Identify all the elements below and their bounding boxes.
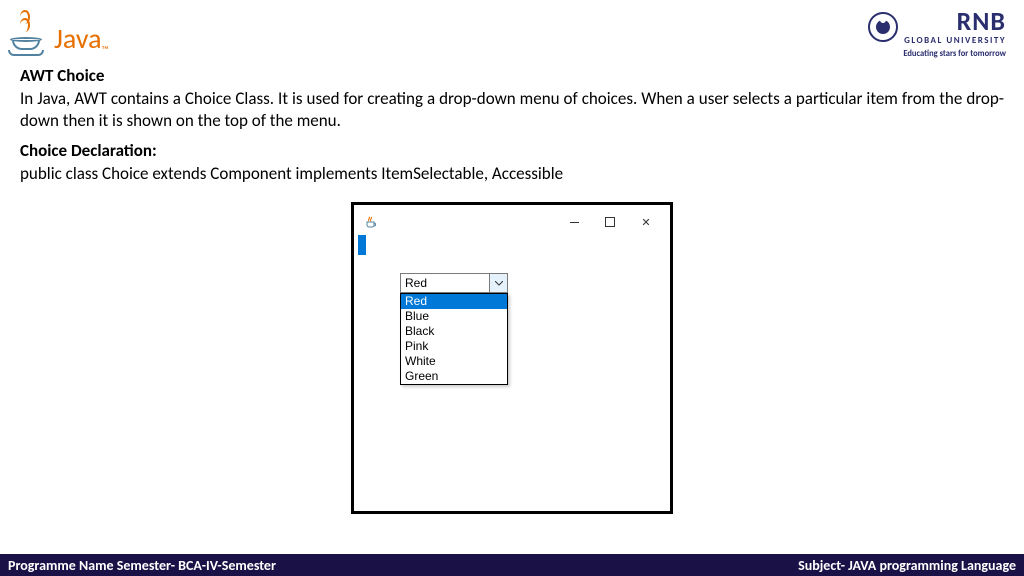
choice-component: Red RedBlueBlackPinkWhiteGreen [400,273,508,385]
section-title: AWT Choice [20,65,1004,86]
footer-subject: Subject- JAVA programming Language [798,557,1016,574]
awt-window: Red RedBlueBlackPinkWhiteGreen [358,209,666,507]
java-brand-text: Java [54,21,102,56]
section-description: In Java, AWT contains a Choice Class. It… [20,88,1004,132]
selection-highlight [358,235,366,255]
choice-selected-value: Red [401,276,489,290]
java-logo: Java™ [8,8,109,56]
rnb-logo: RNB GLOBAL UNIVERSITY Educating stars fo… [868,8,1006,59]
example-screenshot: Red RedBlueBlackPinkWhiteGreen [351,202,673,514]
rnb-globe-icon [868,12,898,42]
slide-content: AWT Choice In Java, AWT contains a Choic… [0,59,1024,514]
choice-option[interactable]: Blue [401,309,507,324]
java-cup-icon [8,8,50,56]
rnb-brand-text: RNB [904,8,1006,34]
declaration-code: public class Choice extends Component im… [20,163,1004,184]
choice-option[interactable]: Red [401,294,507,309]
maximize-button[interactable] [592,210,628,234]
minimize-button[interactable] [556,210,592,234]
java-app-icon [364,215,378,229]
choice-option[interactable]: Green [401,369,507,384]
choice-option[interactable]: White [401,354,507,369]
window-titlebar[interactable] [358,209,666,235]
choice-dropdown[interactable]: Red [400,273,508,293]
choice-dropdown-list: RedBlueBlackPinkWhiteGreen [400,293,508,385]
trademark-icon: ™ [102,43,109,56]
rnb-tagline: Educating stars for tomorrow [868,49,1006,59]
rnb-subtitle: GLOBAL UNIVERSITY [904,35,1006,46]
close-button[interactable] [628,210,664,234]
footer-programme: Programme Name Semester- BCA-IV-Semester [8,557,276,574]
choice-option[interactable]: Pink [401,339,507,354]
choice-option[interactable]: Black [401,324,507,339]
slide-header: Java™ RNB GLOBAL UNIVERSITY Educating st… [0,0,1024,59]
slide-footer: Programme Name Semester- BCA-IV-Semester… [0,554,1024,576]
declaration-heading: Choice Declaration: [20,140,1004,161]
chevron-down-icon[interactable] [489,274,507,292]
window-controls [556,210,664,234]
